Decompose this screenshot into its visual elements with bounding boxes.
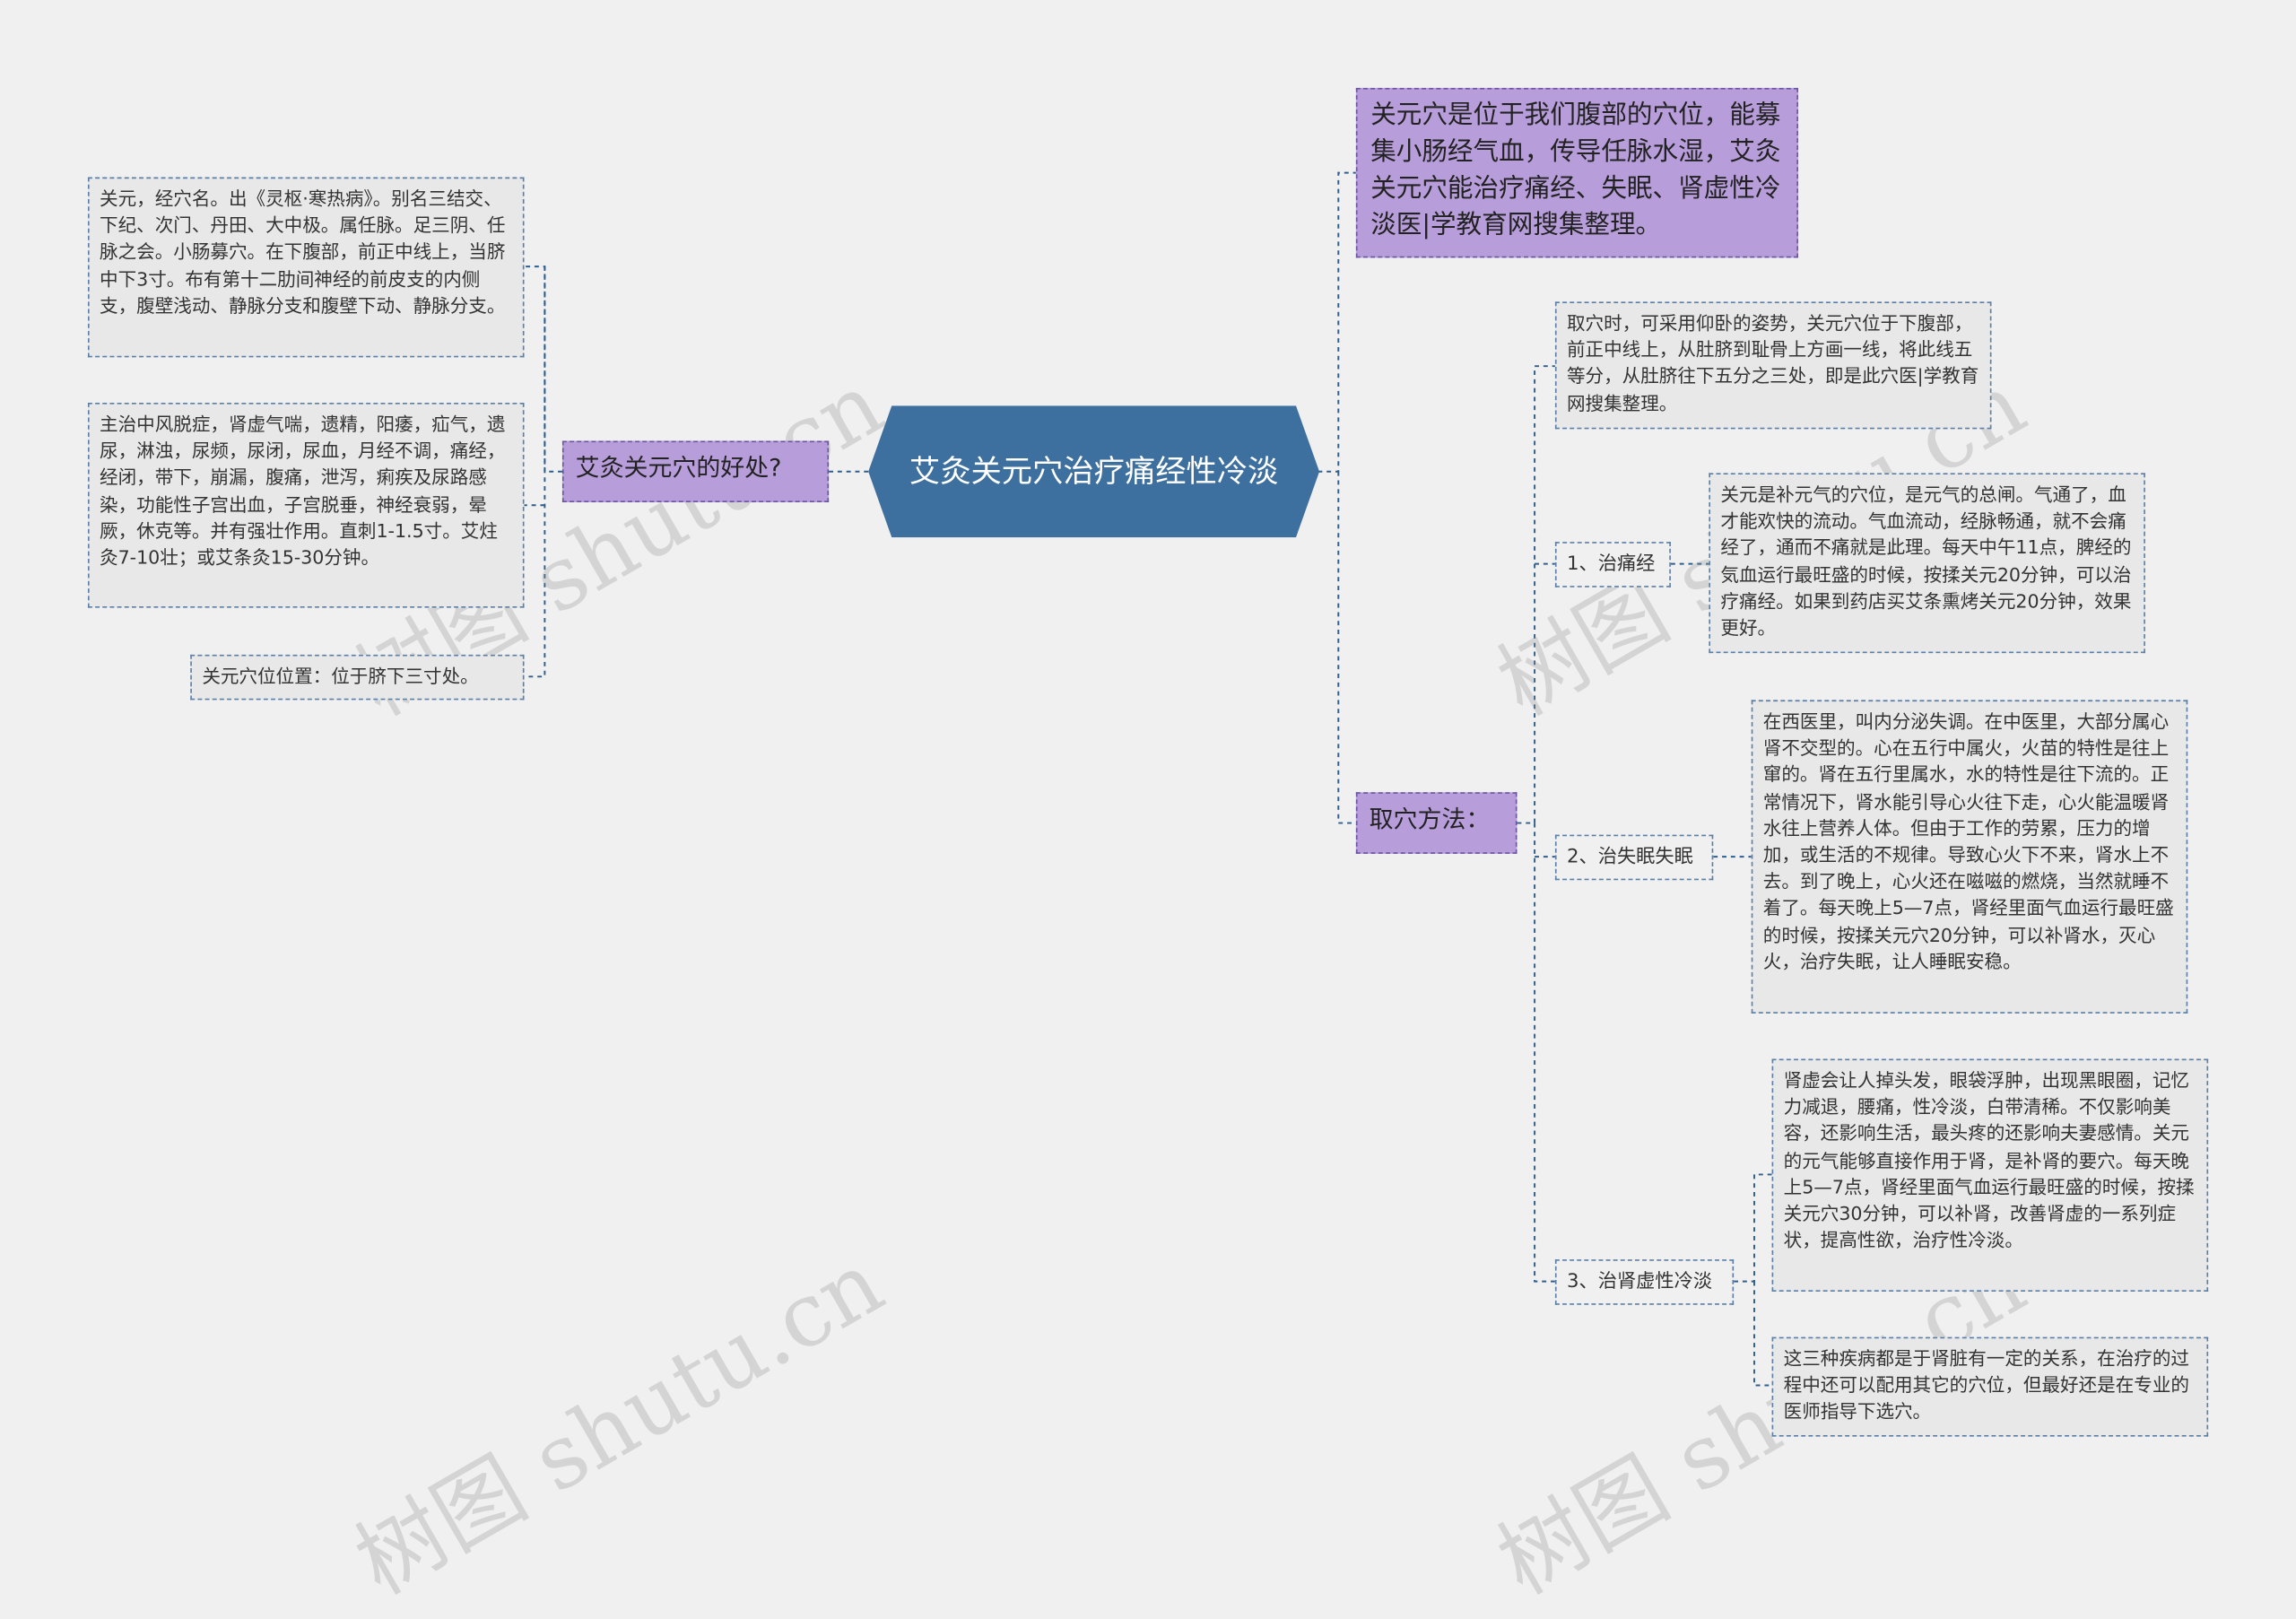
item-frigidity[interactable]: 3、治肾虚性冷淡 [1554,1259,1735,1305]
note-text: 这三种疾病都是于肾脏有一定的关系，在治疗的过程中还可以配用其它的穴位，但最好还是… [1783,1347,2189,1423]
item-insomnia[interactable]: 2、治失眠失眠 [1554,834,1714,881]
branch-method[interactable]: 取穴方法： [1355,792,1518,854]
item-label: 2、治失眠失眠 [1566,846,1693,869]
note-text: 关元穴位位置：位于脐下三寸处。 [202,665,479,687]
note-insomnia[interactable]: 在西医里，叫内分泌失调。在中医里，大部分属心肾不交型的。心在五行中属火，火苗的特… [1751,700,2188,1014]
note-text: 取穴时，可采用仰卧的姿势，关元穴位于下腹部，前正中线上，从肚脐到耻骨上方画一线，… [1566,311,1979,414]
note-frigidity[interactable]: 肾虚会让人掉头发，眼袋浮肿，出现黑眼圈，记忆力减退，腰痛，性冷淡，白带清稀。不仅… [1771,1058,2209,1293]
note-method[interactable]: 取穴时，可采用仰卧的姿势，关元穴位于下腹部，前正中线上，从肚脐到耻骨上方画一线，… [1554,301,1992,430]
note-text: 肾虚会让人掉头发，眼袋浮肿，出现黑眼圈，记忆力减退，腰痛，性冷淡，白带清稀。不仅… [1783,1068,2195,1251]
note-indications[interactable]: 主治中风脱症，肾虚气喘，遗精，阳痿，疝气，遗尿，淋浊，尿频，尿闭，尿血，月经不调… [87,402,525,608]
branch-benefits[interactable]: 艾灸关元穴的好处? [561,440,830,503]
note-text: 关元是补元气的穴位，是元气的总闸。气通了，血才能欢快的流动。气血流动，经脉畅通，… [1720,483,2132,639]
item-label: 3、治肾虚性冷淡 [1566,1271,1713,1293]
note-location[interactable]: 关元穴位位置：位于脐下三寸处。 [190,654,525,701]
summary-text: 关元穴是位于我们腹部的穴位，能募集小肠经气血，传导任脉水湿，艾灸关元穴能治疗痛经… [1370,100,1781,240]
note-definition[interactable]: 关元，经穴名。出《灵枢·寒热病》。别名三结交、下纪、次门、丹田、大中极。属任脉。… [87,177,525,358]
note-text: 主治中风脱症，肾虚气喘，遗精，阳痿，疝气，遗尿，淋浊，尿频，尿闭，尿血，月经不调… [100,413,506,569]
item-label: 1、治痛经 [1566,553,1656,576]
note-dysmenorrhea[interactable]: 关元是补元气的穴位，是元气的总闸。气通了，血才能欢快的流动。气血流动，经脉畅通，… [1709,473,2145,654]
note-text: 关元，经穴名。出《灵枢·寒热病》。别名三结交、下纪、次门、丹田、大中极。属任脉。… [100,187,506,317]
mindmap-canvas: 树图 shutu.cn 树图 shutu.cn 树图 shutu.cn 树图 s… [0,0,2296,1615]
note-text: 在西医里，叫内分泌失调。在中医里，大部分属心肾不交型的。心在五行中属火，火苗的特… [1762,709,2174,972]
root-topic[interactable]: 艾灸关元穴治疗痛经性冷淡 [868,405,1319,537]
branch-benefits-label: 艾灸关元穴的好处? [575,454,782,483]
branch-method-label: 取穴方法： [1369,805,1491,834]
summary-topic[interactable]: 关元穴是位于我们腹部的穴位，能募集小肠经气血，传导任脉水湿，艾灸关元穴能治疗痛经… [1355,87,1798,258]
root-title: 艾灸关元穴治疗痛经性冷淡 [909,453,1279,489]
item-dysmenorrhea[interactable]: 1、治痛经 [1554,542,1671,588]
note-advice[interactable]: 这三种疾病都是于肾脏有一定的关系，在治疗的过程中还可以配用其它的穴位，但最好还是… [1771,1336,2209,1437]
